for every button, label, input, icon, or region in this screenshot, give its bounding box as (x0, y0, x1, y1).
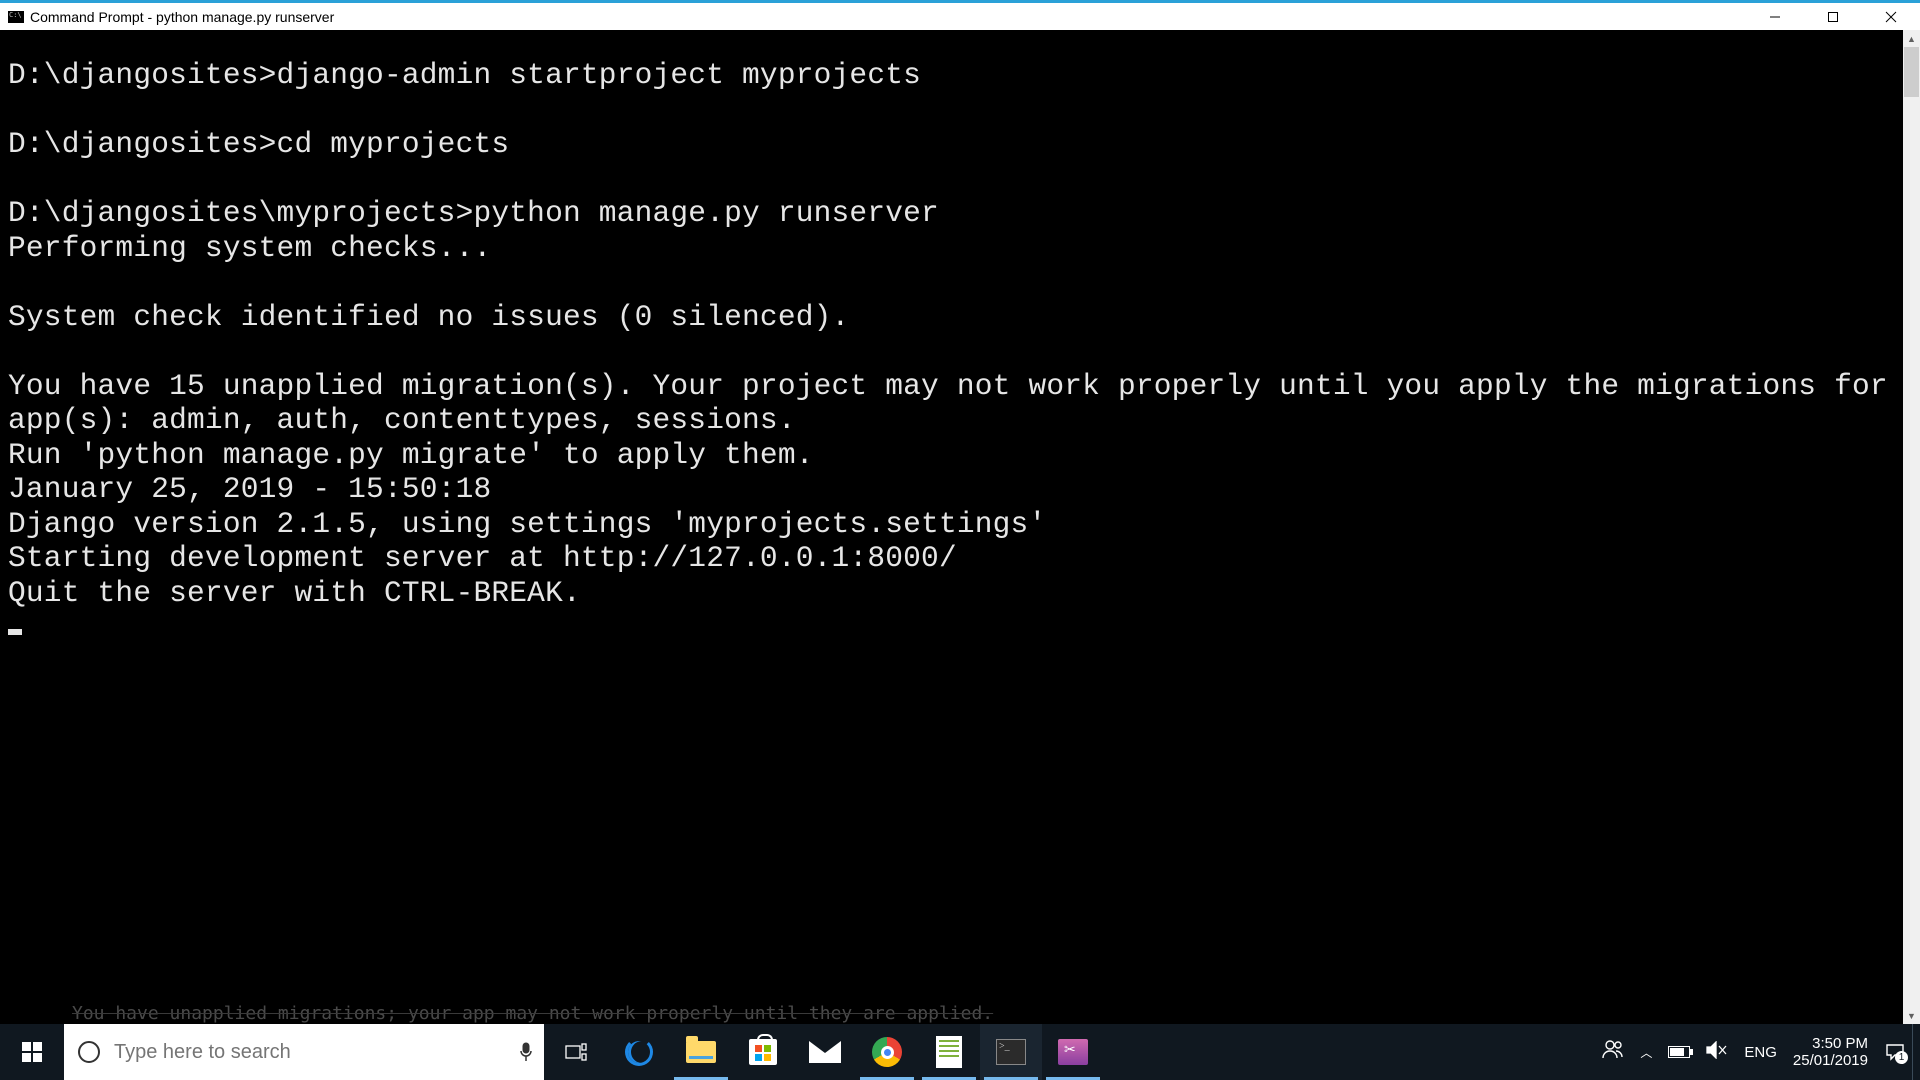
scroll-thumb[interactable] (1904, 47, 1919, 97)
notification-badge: 1 (1895, 1051, 1908, 1064)
taskbar-app-edge[interactable] (608, 1024, 670, 1080)
snip-icon (1058, 1039, 1088, 1065)
edge-icon (625, 1038, 653, 1066)
minimize-button[interactable] (1746, 3, 1804, 30)
clock-time: 3:50 PM (1793, 1035, 1868, 1052)
taskbar-app-mail[interactable] (794, 1024, 856, 1080)
show-desktop-button[interactable] (1912, 1024, 1920, 1080)
start-button[interactable] (0, 1024, 64, 1080)
tray-overflow-icon[interactable]: ︿ (1640, 1044, 1652, 1061)
mail-icon (809, 1041, 841, 1063)
search-box[interactable] (64, 1024, 544, 1080)
battery-icon[interactable] (1668, 1046, 1690, 1058)
taskbar: ︿ ENG 3:50 PM 25/01/2019 1 (0, 1024, 1920, 1080)
vertical-scrollbar[interactable]: ▲ ▼ (1903, 30, 1920, 1024)
store-icon (749, 1039, 777, 1065)
volume-muted-icon[interactable] (1706, 1041, 1728, 1064)
action-center-icon[interactable]: 1 (1884, 1041, 1906, 1063)
window-title: Command Prompt - python manage.py runser… (30, 9, 334, 25)
close-button[interactable] (1862, 3, 1920, 30)
folder-icon (686, 1041, 716, 1063)
taskbar-app-snipping-tool[interactable] (1042, 1024, 1104, 1080)
people-icon[interactable] (1602, 1039, 1624, 1065)
taskbar-app-cmd[interactable] (980, 1024, 1042, 1080)
cortana-icon (78, 1041, 100, 1063)
notepad-icon (936, 1036, 962, 1068)
taskbar-app-store[interactable] (732, 1024, 794, 1080)
task-view-button[interactable] (544, 1024, 608, 1080)
scroll-up-arrow[interactable]: ▲ (1903, 30, 1920, 47)
chrome-icon (872, 1037, 902, 1067)
taskbar-app-file-explorer[interactable] (670, 1024, 732, 1080)
window-titlebar: Command Prompt - python manage.py runser… (0, 0, 1920, 30)
obscured-background-text: You have unapplied migrations; your app … (72, 1003, 993, 1024)
clock[interactable]: 3:50 PM 25/01/2019 (1793, 1035, 1868, 1070)
mic-icon[interactable] (508, 1042, 544, 1062)
clock-date: 25/01/2019 (1793, 1052, 1868, 1069)
taskbar-app-chrome[interactable] (856, 1024, 918, 1080)
scroll-track[interactable] (1903, 47, 1920, 1007)
scroll-down-arrow[interactable]: ▼ (1903, 1007, 1920, 1024)
terminal-window: You have unapplied migrations; your app … (0, 30, 1920, 1024)
windows-logo-icon (22, 1042, 42, 1062)
search-input[interactable] (114, 1041, 508, 1064)
terminal-output[interactable]: D:\djangosites>django-admin startproject… (0, 30, 1903, 1024)
task-view-icon (565, 1043, 587, 1061)
maximize-button[interactable] (1804, 3, 1862, 30)
system-tray: ︿ ENG 3:50 PM 25/01/2019 1 (1596, 1024, 1912, 1080)
taskbar-app-notepad[interactable] (918, 1024, 980, 1080)
terminal-cursor (8, 629, 22, 635)
cmd-taskbar-icon (996, 1039, 1026, 1065)
language-indicator[interactable]: ENG (1744, 1044, 1777, 1061)
cmd-icon (8, 11, 24, 23)
